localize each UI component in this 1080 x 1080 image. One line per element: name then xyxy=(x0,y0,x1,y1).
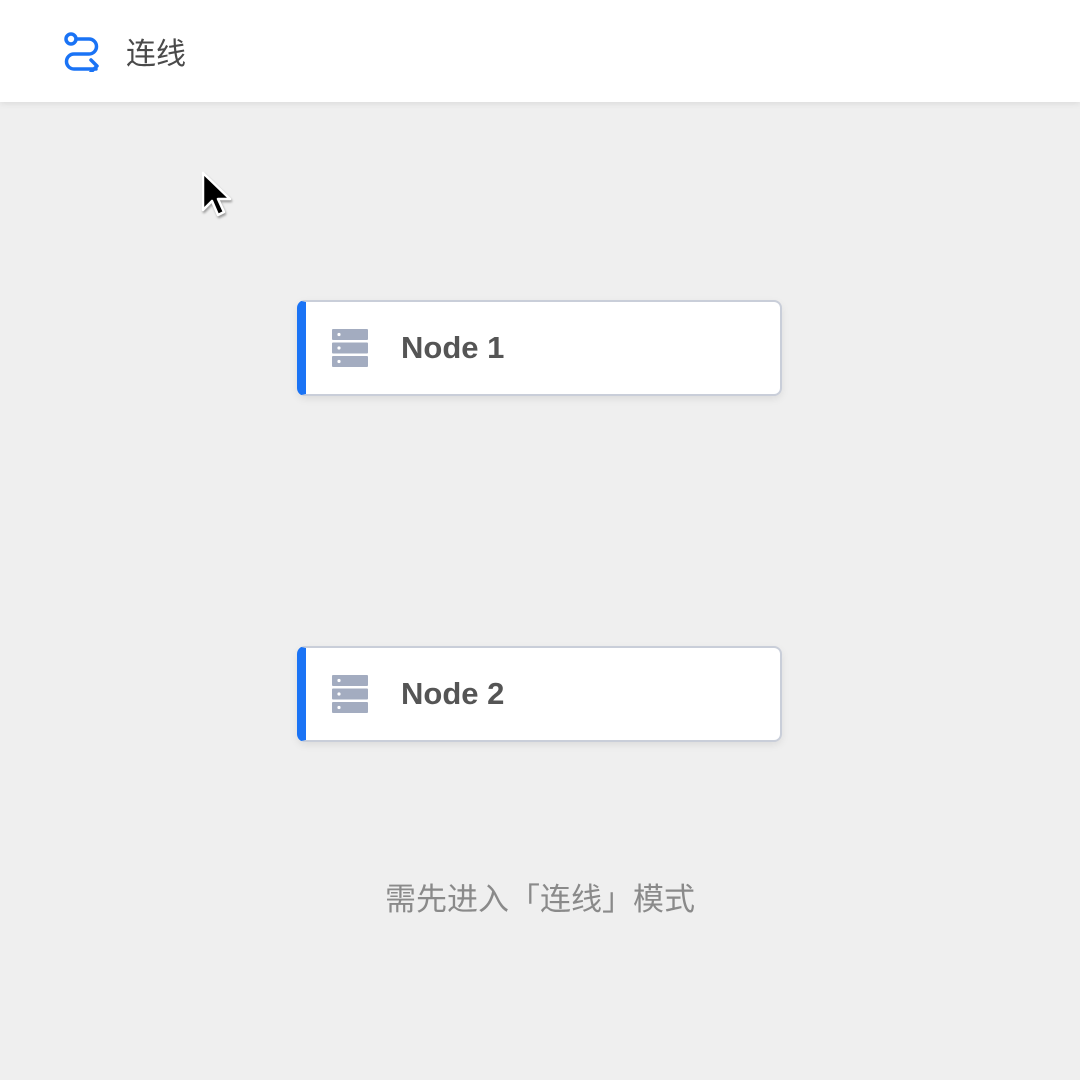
server-icon xyxy=(332,329,368,367)
toolbar: 连线 xyxy=(0,0,1080,102)
connect-mode-label: 连线 xyxy=(126,37,186,72)
server-icon xyxy=(332,675,368,713)
node-2[interactable]: Node 2 xyxy=(297,646,782,742)
node-label: Node 1 xyxy=(401,330,505,365)
canvas[interactable]: Node 1 Node 2 需先进入「连线」模式 xyxy=(0,102,1080,1080)
mouse-pointer-icon xyxy=(200,170,236,222)
route-connect-icon xyxy=(62,30,104,74)
hint-text: 需先进入「连线」模式 xyxy=(385,882,695,918)
node-label: Node 2 xyxy=(401,676,505,711)
node-1[interactable]: Node 1 xyxy=(297,300,782,396)
connect-mode-button[interactable]: 连线 xyxy=(62,21,186,81)
